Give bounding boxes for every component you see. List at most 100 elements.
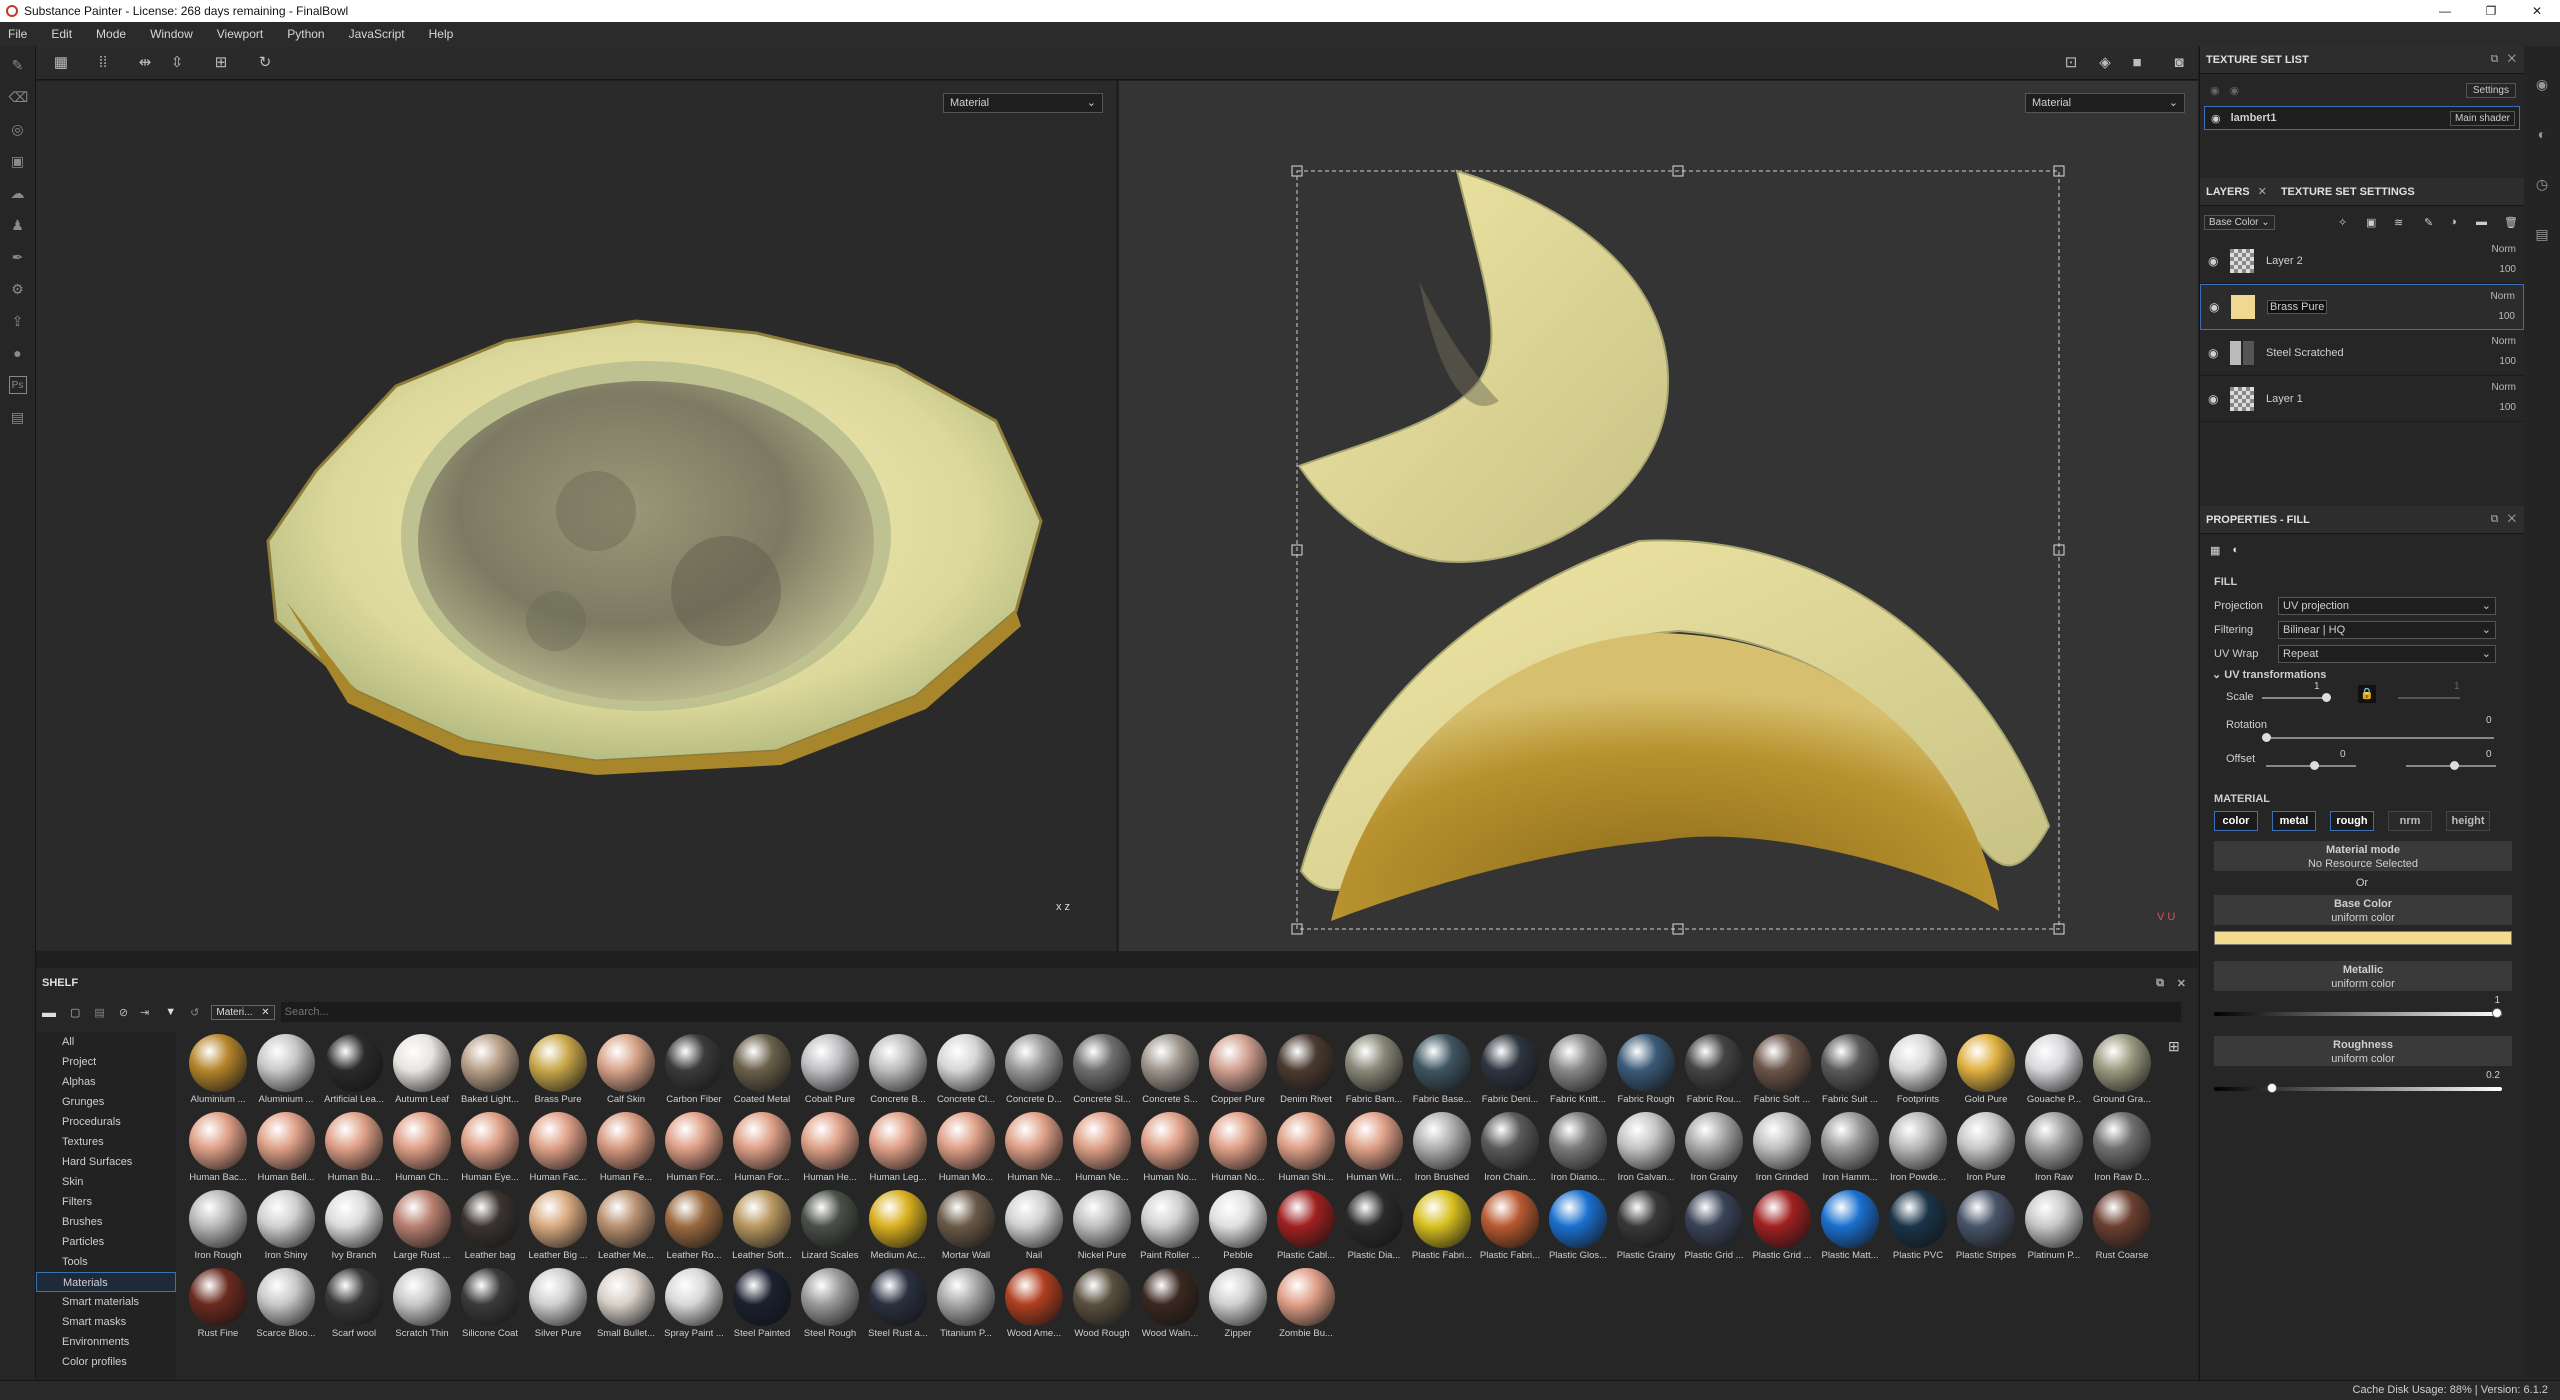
material-thumbnail[interactable]: Denim Rivet — [1272, 1032, 1340, 1110]
material-thumbnail[interactable]: Rust Fine — [184, 1266, 252, 1344]
material-thumbnail[interactable]: Fabric Deni... — [1476, 1032, 1544, 1110]
viewport-2d[interactable]: Material ⌄ V U — [1119, 81, 2198, 951]
material-thumbnail[interactable]: Human No... — [1136, 1110, 1204, 1188]
menu-file[interactable]: File — [8, 27, 27, 41]
material-thumbnail[interactable]: Autumn Leaf — [388, 1032, 456, 1110]
log-icon[interactable]: ▤ — [2532, 226, 2552, 246]
material-thumbnail[interactable]: Nail — [1000, 1188, 1068, 1266]
remove-filter-icon[interactable]: ✕ — [261, 1007, 269, 1018]
shelf-category-grunges[interactable]: Grunges — [36, 1092, 176, 1112]
history-icon[interactable]: ↻ — [254, 52, 276, 74]
eye-icon[interactable]: ◉ — [2209, 300, 2225, 314]
eye-icon[interactable]: ◉ — [2211, 112, 2221, 125]
material-thumbnail[interactable]: Leather Big ... — [524, 1188, 592, 1266]
material-thumbnail[interactable]: Concrete Cl... — [932, 1032, 1000, 1110]
shelf-category-environments[interactable]: Environments — [36, 1332, 176, 1352]
dots-grid-icon[interactable]: ⁞⁞ — [92, 52, 114, 74]
opacity-value[interactable]: 100 — [2499, 356, 2516, 367]
add-effect-icon[interactable]: ✧ — [2338, 216, 2347, 229]
material-thumbnail[interactable]: Aluminium ... — [184, 1032, 252, 1110]
material-thumbnail[interactable]: Leather bag — [456, 1188, 524, 1266]
material-thumbnail[interactable]: Human Fac... — [524, 1110, 592, 1188]
material-properties-icon[interactable]: ◐ — [2232, 544, 2239, 556]
material-thumbnail[interactable]: Steel Rough — [796, 1266, 864, 1344]
shelf-category-project[interactable]: Project — [36, 1052, 176, 1072]
material-thumbnail[interactable]: Fabric Bam... — [1340, 1032, 1408, 1110]
blend-mode-select[interactable]: Norm — [2492, 244, 2516, 255]
channel-toggle-metal[interactable]: metal — [2272, 811, 2316, 831]
visibility-icon[interactable]: ◉ — [2210, 84, 2220, 97]
material-thumbnail[interactable]: Fabric Rou... — [1680, 1032, 1748, 1110]
material-thumbnail[interactable]: Leather Ro... — [660, 1188, 728, 1266]
material-thumbnail[interactable]: Iron Hamm... — [1816, 1110, 1884, 1188]
texture-set-item[interactable]: ◉ lambert1 Main shader — [2204, 106, 2520, 130]
material-thumbnail[interactable]: Plastic Stripes — [1952, 1188, 2020, 1266]
material-thumbnail[interactable]: Silver Pure — [524, 1266, 592, 1344]
roughness-slider[interactable] — [2214, 1081, 2502, 1095]
material-thumbnail[interactable]: Concrete D... — [1000, 1032, 1068, 1110]
maximize-button[interactable]: ❐ — [2468, 0, 2514, 22]
eye-icon[interactable]: ◉ — [2208, 254, 2224, 268]
material-thumbnail[interactable]: Cobalt Pure — [796, 1032, 864, 1110]
shelf-category-textures[interactable]: Textures — [36, 1132, 176, 1152]
metallic-knob[interactable] — [2492, 1008, 2502, 1018]
material-thumbnail[interactable]: Fabric Base... — [1408, 1032, 1476, 1110]
material-thumbnail[interactable]: Baked Light... — [456, 1032, 524, 1110]
material-thumbnail[interactable]: Plastic Grainy — [1612, 1188, 1680, 1266]
material-thumbnail[interactable]: Paint Roller ... — [1136, 1188, 1204, 1266]
material-thumbnail[interactable]: Human Ne... — [1068, 1110, 1136, 1188]
channel-toggle-color[interactable]: color — [2214, 811, 2258, 831]
material-thumbnail[interactable]: Plastic Fabri... — [1476, 1188, 1544, 1266]
color-picker-icon[interactable]: ✒ — [9, 248, 27, 266]
symmetry-vertical-icon[interactable]: ⇳ — [166, 52, 188, 74]
material-thumbnail[interactable]: Iron Shiny — [252, 1188, 320, 1266]
smudge-icon[interactable]: ☁ — [9, 184, 27, 202]
reset-filter-icon[interactable]: ↺ — [190, 1006, 199, 1019]
material-thumbnail[interactable]: Concrete Sl... — [1068, 1032, 1136, 1110]
material-thumbnail[interactable]: Zipper — [1204, 1266, 1272, 1344]
viewport-3d[interactable]: Material ⌄ x z — [36, 81, 1116, 951]
close-icon[interactable]: ✕ — [2177, 977, 2186, 990]
material-thumbnail[interactable]: Fabric Suit ... — [1816, 1032, 1884, 1110]
add-mask-icon[interactable]: ▣ — [2366, 216, 2376, 229]
uv-transformations-toggle[interactable]: ⌄ UV transformations — [2212, 668, 2524, 681]
float-icon[interactable]: ⧉ — [2156, 977, 2164, 990]
tab-layers[interactable]: LAYERS — [2206, 186, 2250, 198]
material-thumbnail[interactable]: Rust Coarse — [2088, 1188, 2156, 1266]
layer-row[interactable]: ◉ Layer 1 Norm 100 — [2200, 376, 2524, 422]
add-fill-icon[interactable]: ◑ — [2450, 216, 2457, 228]
material-thumbnail[interactable]: Concrete B... — [864, 1032, 932, 1110]
material-thumbnail[interactable]: Zombie Bu... — [1272, 1266, 1340, 1344]
material-thumbnail[interactable]: Fabric Soft ... — [1748, 1032, 1816, 1110]
plugin-icon[interactable]: ▤ — [9, 408, 27, 426]
add-folder-icon[interactable]: ▬ — [2476, 216, 2487, 228]
material-thumbnail[interactable]: Steel Rust a... — [864, 1266, 932, 1344]
shelf-category-brushes[interactable]: Brushes — [36, 1212, 176, 1232]
material-thumbnail[interactable]: Human Wri... — [1340, 1110, 1408, 1188]
material-thumbnail[interactable]: Ivy Branch — [320, 1188, 388, 1266]
metallic-header[interactable]: Metallic uniform color — [2214, 961, 2512, 991]
history-panel-icon[interactable]: ◷ — [2532, 176, 2552, 196]
panel-controls-icon[interactable]: ⧉ ✕ — [2491, 53, 2516, 66]
base-color-swatch[interactable] — [2214, 931, 2512, 945]
shelf-category-filters[interactable]: Filters — [36, 1192, 176, 1212]
new-folder-icon[interactable]: ▢ — [70, 1006, 80, 1019]
folder-icon[interactable]: ▬ — [42, 1004, 56, 1020]
material-thumbnail[interactable]: Iron Brushed — [1408, 1110, 1476, 1188]
material-thumbnail[interactable]: Fabric Rough — [1612, 1032, 1680, 1110]
scale-slider-2[interactable] — [2398, 697, 2460, 699]
material-thumbnail[interactable]: Leather Me... — [592, 1188, 660, 1266]
panel-controls-icon[interactable]: ⧉ ✕ — [2491, 513, 2516, 526]
blend-mode-select[interactable]: Norm — [2492, 382, 2516, 393]
symmetry-icon[interactable]: ⇹ — [134, 52, 156, 74]
material-thumbnail[interactable]: Human Bu... — [320, 1110, 388, 1188]
shelf-category-tools[interactable]: Tools — [36, 1252, 176, 1272]
material-thumbnail[interactable]: Gold Pure — [1952, 1032, 2020, 1110]
layer-row[interactable]: ◉ Brass Pure Norm 100 — [2200, 284, 2524, 330]
material-thumbnail[interactable]: Iron Grainy — [1680, 1110, 1748, 1188]
close-icon[interactable]: ✕ — [2258, 185, 2267, 198]
cube-icon[interactable]: ◈ — [2094, 52, 2116, 74]
material-thumbnail[interactable]: Human Shi... — [1272, 1110, 1340, 1188]
material-thumbnail[interactable]: Iron Powde... — [1884, 1110, 1952, 1188]
material-thumbnail[interactable]: Plastic Matt... — [1816, 1188, 1884, 1266]
